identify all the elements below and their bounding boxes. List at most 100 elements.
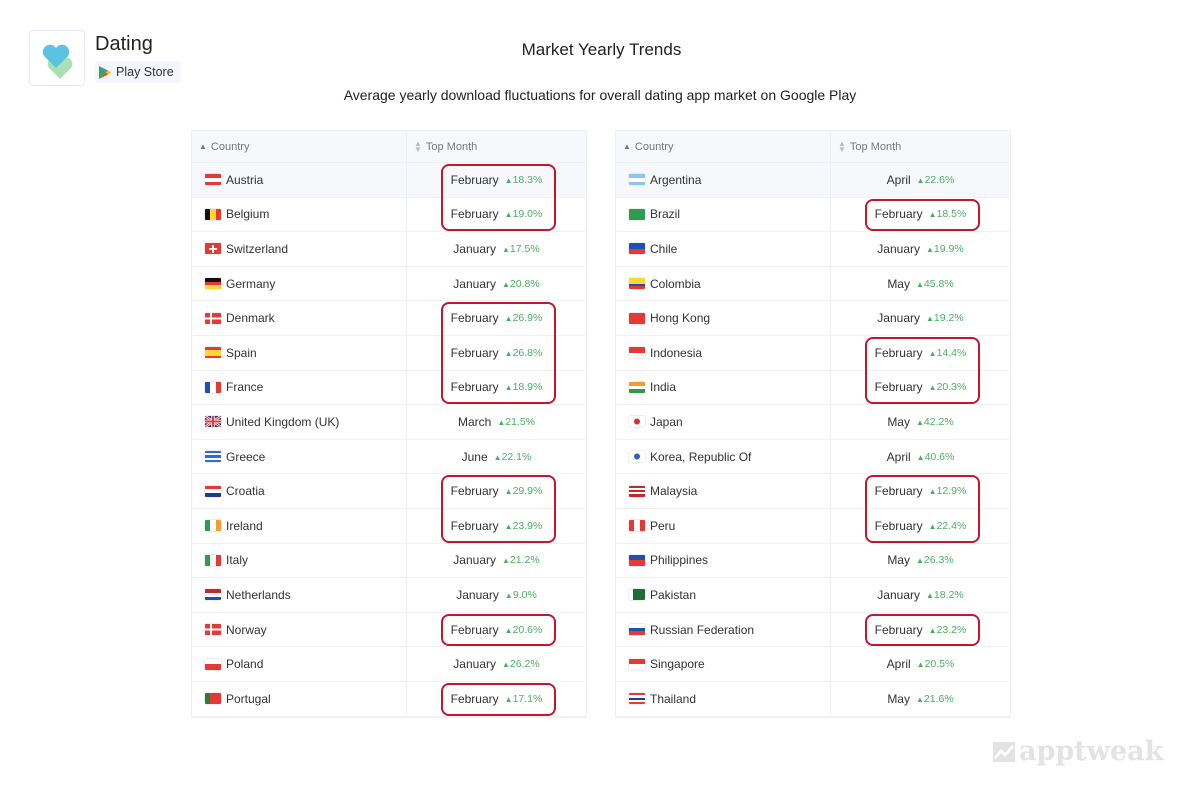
country-name: Peru [650,518,676,533]
change-value: ▲18.3% [505,174,543,186]
change-value: ▲19.2% [926,312,964,324]
table-row[interactable]: Spain February ▲26.8% [192,335,586,371]
country-cell: Colombia [616,266,831,301]
change-percent: 22.4% [936,519,967,532]
country-cell: Netherlands [192,578,407,612]
country-name: Thailand [650,691,697,706]
change-value: ▲20.8% [502,278,540,290]
table-row[interactable]: Norway February ▲20.6% [192,612,586,648]
month-name: February [450,518,499,533]
table-row[interactable]: Netherlands January ▲9.0% [192,578,586,613]
change-percent: 21.6% [923,692,954,705]
change-value: ▲18.5% [929,208,967,220]
table-row[interactable]: Japan May ▲42.2% [616,405,1010,440]
table-row[interactable]: India February ▲20.3% [616,370,1010,406]
country-table: ▲ Country ▲ ▼ Top Month Austria February ▲18.3%… [191,130,587,718]
country-cell: Singapore [616,647,831,681]
sort-top-month-header[interactable]: ▲ ▼ Top Month [407,131,586,162]
change-value: ▲19.0% [505,208,543,220]
table-row[interactable]: Thailand May ▲21.6% [616,681,1010,717]
table-row[interactable]: Malaysia February ▲12.9% [616,474,1010,509]
month-name: January [456,587,499,602]
up-arrow-icon: ▲ [493,452,502,462]
up-arrow-icon: ▲ [502,244,510,254]
table-row[interactable]: Germany January ▲20.8% [192,266,586,302]
table-row[interactable]: Indonesia February ▲14.4% [616,335,1010,371]
flag-icon [205,589,221,601]
table-row[interactable]: Austria February ▲18.3% [192,163,586,198]
change-percent: 19.2% [933,312,964,325]
table-row[interactable]: Denmark February ▲26.9% [192,301,586,336]
month-name: February [874,484,923,499]
table-row[interactable]: Korea, Republic Of April ▲40.6% [616,439,1010,475]
flag-icon [629,624,645,636]
up-arrow-icon: ▲ [504,210,513,220]
sort-top-month-header[interactable]: ▲ ▼ Top Month [831,131,1010,162]
table-row[interactable]: Greece June ▲22.1% [192,439,586,475]
header-label: Country [634,140,674,153]
up-arrow-icon: ▲ [504,487,513,497]
table-row[interactable]: Croatia February ▲29.9% [192,474,586,509]
up-arrow-icon: ▲ [916,175,925,185]
month-name: February [874,345,923,360]
top-month-cell: January ▲20.8% [407,267,586,301]
change-percent: 21.2% [509,554,540,567]
top-month-cell: February ▲22.4% [831,509,1010,543]
flag-icon [629,416,645,428]
table-row[interactable]: Peru February ▲22.4% [616,508,1010,544]
country-name: Singapore [650,657,705,672]
top-month-cell: February ▲20.6% [407,613,586,647]
table-row[interactable]: Russian Federation February ▲23.2% [616,612,1010,648]
table-row[interactable]: Portugal February ▲17.1% [192,681,586,717]
country-name: Netherlands [226,587,291,602]
table-row[interactable]: Hong Kong January ▲19.2% [616,301,1010,336]
top-month-cell: May ▲42.2% [831,405,1010,439]
month-name: January [877,587,920,602]
up-arrow-icon: ▲ [916,660,925,670]
table-row[interactable]: Brazil February ▲18.5% [616,197,1010,233]
table-row[interactable]: Argentina April ▲22.6% [616,163,1010,198]
table-row[interactable]: France February ▲18.9% [192,370,586,406]
table-row[interactable]: Italy January ▲21.2% [192,543,586,579]
table-row[interactable]: United Kingdom (UK) March ▲21.5% [192,405,586,440]
flag-icon [205,658,221,670]
month-name: April [886,449,911,464]
table-row[interactable]: Philippines May ▲26.3% [616,543,1010,579]
change-value: ▲20.3% [929,381,967,393]
sort-country-header[interactable]: ▲ Country [192,131,407,162]
table-header: ▲ Country ▲ ▼ Top Month [616,131,1010,163]
month-name: April [886,172,911,187]
table-row[interactable]: Switzerland January ▲17.5% [192,232,586,267]
change-percent: 20.5% [924,658,955,671]
country-cell: Italy [192,543,407,578]
logo-icon [993,741,1015,762]
top-month-cell: February ▲18.9% [407,371,586,405]
change-percent: 23.2% [936,623,967,636]
sort-asc-icon: ▲ [623,142,631,151]
top-month-cell: February ▲18.5% [831,198,1010,232]
top-month-cell: April ▲22.6% [831,163,1010,197]
country-name: Brazil [650,207,681,222]
table-row[interactable]: Pakistan January ▲18.2% [616,578,1010,613]
up-arrow-icon: ▲ [926,590,934,600]
table-row[interactable]: Belgium February ▲19.0% [192,197,586,233]
country-name: Portugal [226,691,271,706]
flag-icon [629,554,645,566]
sort-country-header[interactable]: ▲ Country [616,131,831,162]
table-row[interactable]: Colombia May ▲45.8% [616,266,1010,302]
up-arrow-icon: ▲ [915,417,924,427]
flag-icon [629,658,645,670]
table-row[interactable]: Ireland February ▲23.9% [192,508,586,544]
month-name: February [874,622,923,637]
month-name: January [453,276,496,291]
table-row[interactable]: Singapore April ▲20.5% [616,647,1010,682]
sort-asc-icon: ▲ [199,142,207,151]
month-name: February [450,172,499,187]
change-value: ▲9.0% [505,589,537,601]
table-row[interactable]: Poland January ▲26.2% [192,647,586,682]
table-row[interactable]: Chile January ▲19.9% [616,232,1010,267]
top-month-cell: January ▲19.2% [831,301,1010,335]
top-month-cell: June ▲22.1% [407,440,586,474]
up-arrow-icon: ▲ [928,210,937,220]
month-name: March [457,414,492,429]
